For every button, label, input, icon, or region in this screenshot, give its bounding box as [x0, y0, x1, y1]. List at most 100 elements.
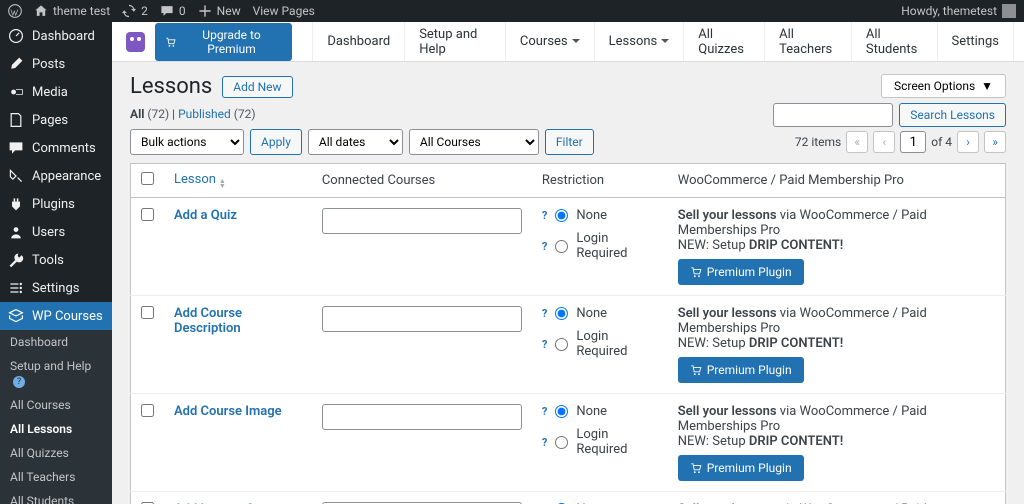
row-checkbox[interactable] [141, 306, 154, 319]
tab-students[interactable]: All Students [851, 22, 937, 61]
help-icon[interactable]: ? [542, 240, 547, 253]
sub-dashboard[interactable]: Dashboard [0, 330, 112, 354]
new-content[interactable]: New [198, 4, 241, 18]
upgrade-button[interactable]: Upgrade to Premium [155, 23, 293, 61]
restriction-login-label: Login Required [576, 427, 657, 457]
help-icon[interactable]: ? [542, 307, 547, 320]
sidebar-media[interactable]: Media [0, 78, 112, 106]
current-page-input[interactable] [900, 131, 926, 153]
help-icon[interactable]: ? [542, 209, 547, 222]
restriction-login-radio[interactable] [555, 240, 568, 253]
help-icon[interactable]: ? [542, 338, 547, 351]
site-name[interactable]: theme test [34, 4, 110, 18]
caret-down-icon [572, 39, 580, 47]
pagination: 72 items « ‹ of 4 › » [795, 131, 1006, 153]
premium-plugin-button[interactable]: Premium Plugin [678, 357, 804, 383]
cart-icon [690, 266, 702, 278]
row-checkbox[interactable] [141, 404, 154, 417]
sidebar-plugins[interactable]: Plugins [0, 190, 112, 218]
updates[interactable]: 2 [122, 4, 148, 18]
table-row: Add Course Description ? None ? Login Requ… [131, 296, 1006, 394]
sub-all-lessons[interactable]: All Lessons [0, 417, 112, 441]
lesson-title-link[interactable]: Add Course Description [174, 306, 242, 336]
filter-button[interactable]: Filter [545, 129, 594, 155]
sub-all-quizzes[interactable]: All Quizzes [0, 441, 112, 465]
search-input[interactable] [773, 103, 893, 127]
connected-courses-input[interactable] [322, 208, 522, 234]
screen-options-button[interactable]: Screen Options ▼ [881, 74, 1006, 98]
tab-lessons[interactable]: Lessons [594, 22, 684, 61]
sub-setup[interactable]: Setup and Help? [0, 354, 112, 393]
items-count: 72 items [795, 135, 841, 149]
date-filter-select[interactable]: All dates [308, 129, 403, 155]
premium-plugin-button[interactable]: Premium Plugin [678, 455, 804, 481]
apply-button[interactable]: Apply [250, 129, 302, 155]
last-page-button[interactable]: » [984, 131, 1006, 153]
tab-teachers[interactable]: All Teachers [764, 22, 851, 61]
owl-logo-icon [126, 32, 145, 52]
main-content: Upgrade to Premium Dashboard Setup and H… [112, 22, 1024, 504]
connected-courses-input[interactable] [322, 404, 522, 430]
view-pages[interactable]: View Pages [253, 4, 315, 18]
sidebar-appearance[interactable]: Appearance [0, 162, 112, 190]
row-checkbox[interactable] [141, 208, 154, 221]
select-all-checkbox[interactable] [141, 172, 154, 185]
sidebar-posts[interactable]: Posts [0, 50, 112, 78]
sidebar-comments[interactable]: Comments [0, 134, 112, 162]
sub-all-students[interactable]: All Students [0, 489, 112, 504]
howdy-user[interactable]: Howdy, themetest [901, 4, 1016, 18]
next-page-button[interactable]: › [957, 131, 979, 153]
lesson-title-link[interactable]: Add Course Image [174, 404, 282, 419]
sidebar-users[interactable]: Users [0, 218, 112, 246]
sub-all-teachers[interactable]: All Teachers [0, 465, 112, 489]
restriction-login-label: Login Required [576, 231, 657, 261]
tab-dashboard[interactable]: Dashboard [312, 22, 404, 61]
restriction-none-radio[interactable] [555, 405, 568, 418]
table-row: Add a Quiz ?None ?Login Required Sell yo… [131, 198, 1006, 296]
restriction-login-radio[interactable] [555, 338, 568, 351]
sub-all-courses[interactable]: All Courses [0, 393, 112, 417]
tab-courses[interactable]: Courses [505, 22, 594, 61]
tab-settings[interactable]: Settings [937, 22, 1014, 61]
prev-page-button[interactable]: ‹ [873, 131, 895, 153]
help-icon: ? [13, 376, 25, 388]
sidebar-tools[interactable]: Tools [0, 246, 112, 274]
col-woo: WooCommerce / Paid Membership Pro [668, 164, 1006, 198]
help-icon[interactable]: ? [542, 405, 547, 418]
course-filter-select[interactable]: All Courses [409, 129, 539, 155]
restriction-none-label: None [576, 404, 607, 419]
add-new-button[interactable]: Add New [222, 76, 292, 98]
restriction-none-label: None [576, 306, 607, 321]
restriction-login-label: Login Required [576, 329, 657, 359]
wp-logo[interactable] [8, 4, 22, 18]
lessons-table: Lesson▲▼ Connected Courses Restriction W… [130, 163, 1006, 504]
restriction-none-radio[interactable] [555, 209, 568, 222]
sidebar-wpcourses[interactable]: WP Courses [0, 302, 112, 330]
connected-courses-input[interactable] [322, 306, 522, 332]
cart-icon [690, 462, 702, 474]
restriction-none-label: None [576, 208, 607, 223]
first-page-button[interactable]: « [846, 131, 868, 153]
filter-published[interactable]: Published [178, 107, 231, 121]
page-of-label: of 4 [931, 135, 952, 149]
tab-quizzes[interactable]: All Quizzes [683, 22, 764, 61]
sort-icon: ▲▼ [219, 179, 226, 189]
sidebar-pages[interactable]: Pages [0, 106, 112, 134]
tab-setup[interactable]: Setup and Help [404, 22, 505, 61]
premium-plugin-button[interactable]: Premium Plugin [678, 259, 804, 285]
col-lesson[interactable]: Lesson▲▼ [164, 164, 312, 198]
sidebar-submenu: Dashboard Setup and Help? All Courses Al… [0, 330, 112, 504]
bulk-actions-select[interactable]: Bulk actions [130, 129, 244, 155]
page-title: Lessons [130, 74, 212, 99]
lesson-title-link[interactable]: Add a Quiz [174, 208, 237, 223]
restriction-login-radio[interactable] [555, 436, 568, 449]
admin-sidebar: Dashboard Posts Media Pages Comments App… [0, 22, 112, 504]
table-row: Add Course Image ?None ?Login Required S… [131, 394, 1006, 492]
search-button[interactable]: Search Lessons [899, 103, 1006, 127]
sidebar-dashboard[interactable]: Dashboard [0, 22, 112, 50]
sidebar-settings[interactable]: Settings [0, 274, 112, 302]
comments-count[interactable]: 0 [160, 4, 186, 18]
table-row: Add Lesson Content ?None ?Login Required… [131, 492, 1006, 504]
restriction-none-radio[interactable] [555, 307, 568, 320]
help-icon[interactable]: ? [542, 436, 547, 449]
